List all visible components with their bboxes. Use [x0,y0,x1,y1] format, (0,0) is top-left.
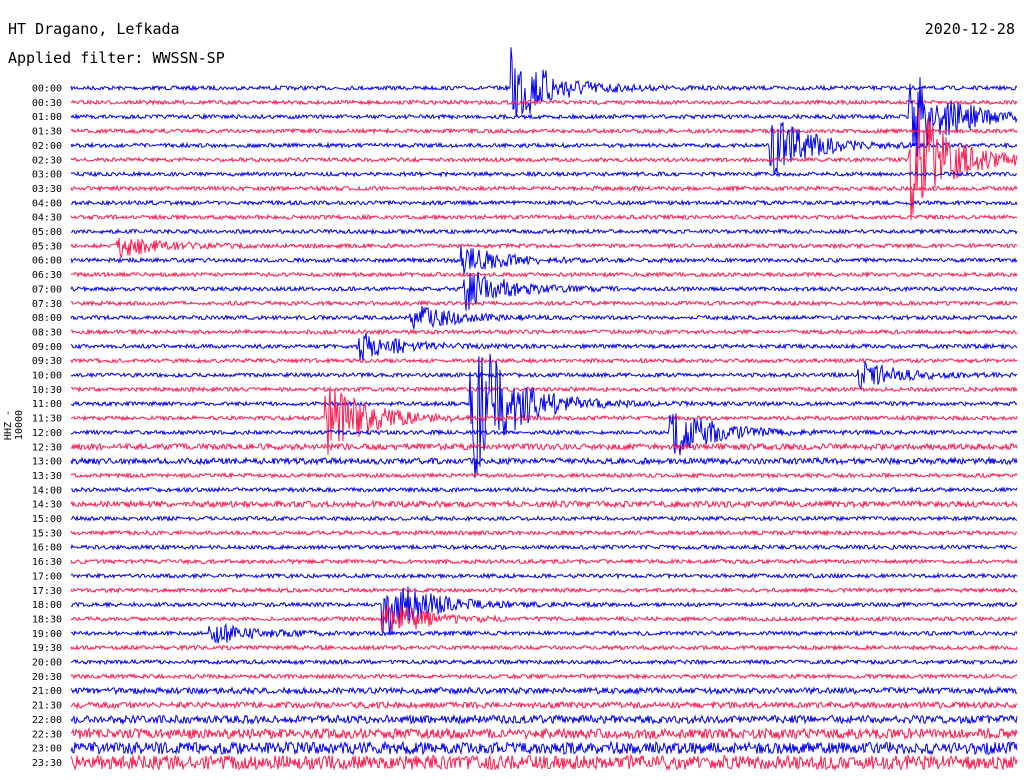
tick-label-00:30: 00:30 [32,98,62,109]
trace-10:30 [70,385,1018,394]
trace-22:30 [70,727,1018,741]
trace-13:30 [70,471,1018,480]
tick-label-10:00: 10:00 [32,371,62,382]
tick-label-09:30: 09:30 [32,356,62,367]
trace-04:00 [70,199,1018,207]
trace-09:30 [70,356,1018,365]
tick-label-04:30: 04:30 [32,213,62,224]
trace-04:30 [70,213,1018,221]
trace-20:00 [70,658,1018,666]
trace-15:30 [70,529,1018,537]
trace-17:00 [70,572,1018,580]
tick-label-22:30: 22:30 [32,729,62,740]
tick-label-21:00: 21:00 [32,686,62,697]
tick-label-02:30: 02:30 [32,155,62,166]
tick-label-23:00: 23:00 [32,744,62,755]
tick-label-07:30: 07:30 [32,299,62,310]
trace-05:00 [70,227,1018,236]
trace-07:00 [70,271,1018,311]
tick-label-14:30: 14:30 [32,500,62,511]
trace-14:00 [70,485,1018,494]
trace-02:30 [70,107,1018,221]
trace-00:30 [70,98,1018,106]
tick-label-13:00: 13:00 [32,457,62,468]
tick-label-19:00: 19:00 [32,629,62,640]
trace-13:00 [70,456,1018,466]
trace-19:30 [70,643,1018,652]
tick-label-14:00: 14:00 [32,485,62,496]
tick-label-01:30: 01:30 [32,127,62,138]
tick-label-12:00: 12:00 [32,428,62,439]
trace-21:00 [70,685,1018,696]
tick-label-group: 00:00 00:30 01:00 01:30 02:00 02:30 03:00 03:30… [32,84,62,769]
tick-label-01:00: 01:00 [32,112,62,123]
tick-label-18:30: 18:30 [32,614,62,625]
tick-label-11:00: 11:00 [32,399,62,410]
trace-22:00 [70,713,1018,726]
trace-17:30 [70,586,1018,595]
tick-label-19:30: 19:30 [32,643,62,654]
tick-label-16:30: 16:30 [32,557,62,568]
trace-23:00 [70,740,1018,756]
tick-label-16:00: 16:00 [32,543,62,554]
trace-16:00 [70,543,1018,551]
trace-16:30 [70,557,1018,566]
trace-07:30 [70,299,1018,308]
tick-label-03:30: 03:30 [32,184,62,195]
trace-12:30 [70,441,1018,452]
trace-18:00 [70,586,1018,636]
tick-label-06:30: 06:30 [32,270,62,281]
trace-06:00 [70,244,1018,275]
trace-01:30 [70,127,1018,135]
tick-label-12:30: 12:30 [32,442,62,453]
tick-label-13:30: 13:30 [32,471,62,482]
tick-label-20:00: 20:00 [32,658,62,669]
tick-label-05:30: 05:30 [32,241,62,252]
trace-20:30 [70,672,1018,681]
trace-03:00 [70,170,1017,178]
trace-03:30 [70,184,1018,193]
tick-label-17:30: 17:30 [32,586,62,597]
tick-label-15:30: 15:30 [32,528,62,539]
tick-label-10:30: 10:30 [32,385,62,396]
trace-09:00 [70,333,1018,362]
tick-label-20:30: 20:30 [32,672,62,683]
trace-23:30 [70,753,1018,772]
tick-label-11:30: 11:30 [32,414,62,425]
tick-label-17:00: 17:00 [32,571,62,582]
trace-21:30 [70,700,1018,710]
tick-label-21:30: 21:30 [32,701,62,712]
trace-05:30 [70,237,1018,258]
helicorder-plot: 00:00 00:30 01:00 01:30 02:00 02:30 03:00 03:30… [32,47,1018,772]
tick-label-23:30: 23:30 [32,758,62,769]
trace-19:00 [70,622,1018,644]
tick-label-08:00: 08:00 [32,313,62,324]
trace-08:00 [70,306,1018,330]
tick-label-02:00: 02:00 [32,141,62,152]
tick-label-22:00: 22:00 [32,715,62,726]
trace-06:30 [70,270,1018,279]
trace-15:00 [70,514,1018,523]
tick-label-07:00: 07:00 [32,284,62,295]
trace-14:30 [70,499,1018,509]
trace-18:30 [70,603,1018,635]
tick-label-04:00: 04:00 [32,198,62,209]
tick-label-09:00: 09:00 [32,342,62,353]
trace-00:00 [70,47,1018,116]
tick-label-18:00: 18:00 [32,600,62,611]
trace-08:30 [70,328,1018,336]
tick-label-08:30: 08:30 [32,327,62,338]
trace-10:00 [70,360,1018,392]
trace-group [70,47,1018,772]
tick-label-15:00: 15:00 [32,514,62,525]
tick-label-00:00: 00:00 [32,84,62,95]
tick-label-06:00: 06:00 [32,256,62,267]
tick-label-05:00: 05:00 [32,227,62,238]
tick-label-03:00: 03:00 [32,170,62,181]
